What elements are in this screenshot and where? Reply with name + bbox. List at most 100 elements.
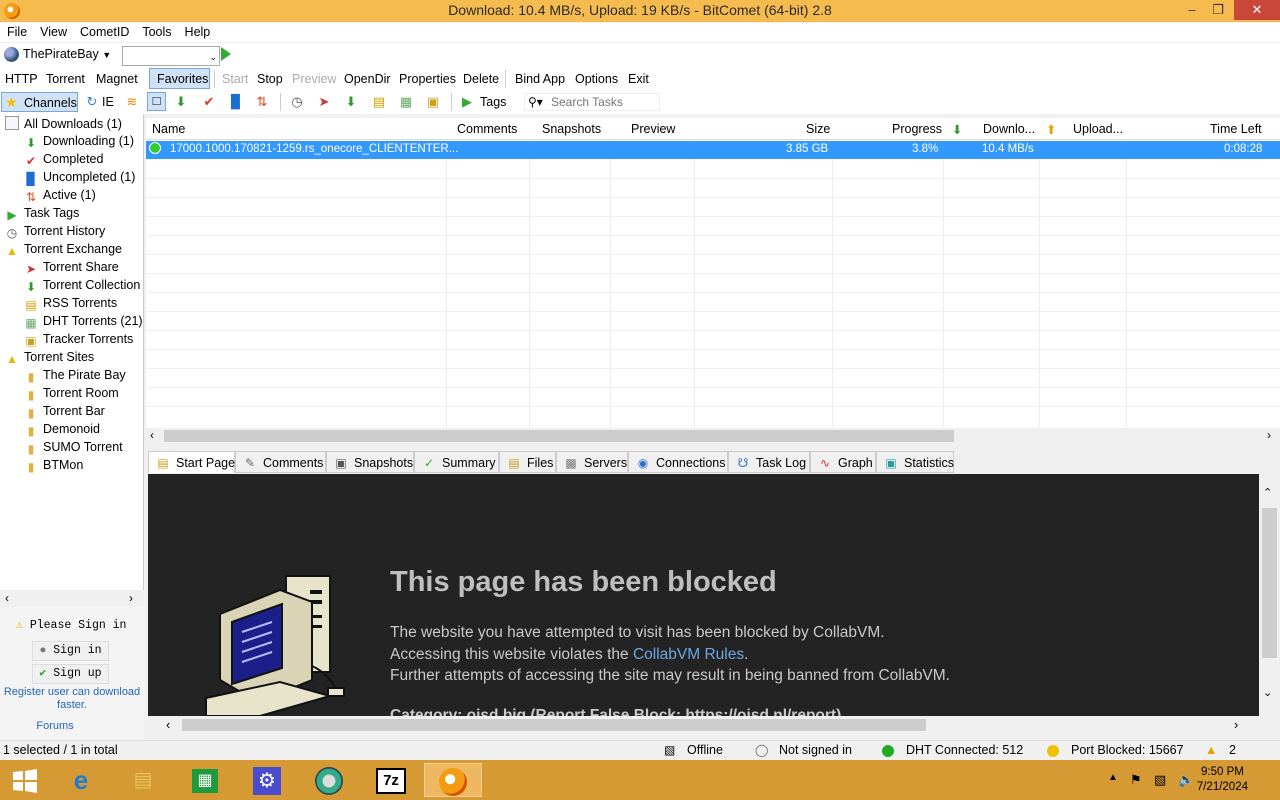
menu-cometid[interactable]: CometID	[73, 23, 135, 39]
favorites-button[interactable]: Favorites	[157, 72, 208, 86]
list-view-icon[interactable]: □	[147, 92, 166, 111]
sidebar-item-torrent-sites[interactable]: ▲ Torrent Sites	[5, 350, 94, 368]
go-icon[interactable]	[221, 47, 231, 61]
offline-status[interactable]: Offline	[687, 743, 723, 757]
site-dropdown[interactable]: ThePirateBay ▼	[23, 47, 111, 61]
store-icon[interactable]: ▦	[180, 763, 230, 797]
search-input[interactable]	[551, 95, 656, 109]
scroll-right-icon[interactable]: ›	[1267, 428, 1271, 442]
sidebar-item-completed[interactable]: ✔ Completed	[24, 152, 103, 170]
checkmark-icon[interactable]: ✔	[201, 94, 217, 110]
col-download[interactable]: Downlo...	[983, 122, 1035, 136]
sidebar-item-downloading[interactable]: ⬇ Downloading (1)	[24, 134, 134, 152]
scroll-down-icon[interactable]: ⌄	[1263, 686, 1272, 699]
table-row[interactable]: 17000.1000.170821-1259.rs_onecore_CLIENT…	[146, 141, 1280, 159]
menu-tools[interactable]: Tools	[135, 23, 177, 39]
sidebar-item-dht-torrents[interactable]: ▦ DHT Torrents (21)	[24, 314, 142, 332]
col-name[interactable]: Name	[152, 122, 185, 136]
flag-icon[interactable]: ⚑	[1130, 772, 1142, 788]
tab-files[interactable]: ▤ Files	[499, 451, 556, 473]
port-status[interactable]: Port Blocked: 15667	[1071, 743, 1184, 757]
close-button[interactable]: ✕	[1234, 0, 1280, 20]
sidebar-item-rss-torrents[interactable]: ▤ RSS Torrents	[24, 296, 117, 314]
start-button[interactable]: Start	[222, 72, 248, 86]
tray-expand-icon[interactable]: ▲	[1108, 772, 1118, 783]
tab-snapshots[interactable]: ▣ Snapshots	[326, 451, 414, 473]
tab-statistics[interactable]: ▣ Statistics	[876, 451, 954, 473]
browser-hscrollbar[interactable]: ‹ ›	[148, 716, 1259, 734]
tab-start-page[interactable]: ▤ Start Page	[148, 451, 235, 473]
menu-view[interactable]: View	[33, 23, 73, 39]
sidebar-item-uncompleted[interactable]: ▉ Uncompleted (1)	[24, 170, 135, 188]
sidebar-item-torrent-exchange[interactable]: ▲ Torrent Exchange	[5, 242, 122, 260]
scroll-right-icon[interactable]: ›	[1234, 717, 1238, 732]
download-arrow-icon[interactable]: ⬇	[173, 94, 189, 110]
scroll-left-icon[interactable]: ‹	[150, 428, 154, 442]
menu-help[interactable]: Help	[178, 23, 217, 39]
scroll-up-icon[interactable]: ⌃	[1263, 486, 1272, 499]
sidebar-item-torrent-history[interactable]: ◷ Torrent History	[5, 224, 106, 242]
bitcomet-taskbar-icon[interactable]	[424, 763, 482, 797]
sidebar-item-torrent-collection[interactable]: ⬇ Torrent Collection	[24, 278, 140, 296]
minimize-button[interactable]: –	[1178, 0, 1206, 20]
settings-icon[interactable]: ⚙	[242, 763, 292, 797]
scroll-thumb[interactable]	[182, 719, 926, 731]
ie-button[interactable]: IE	[102, 95, 114, 109]
properties-button[interactable]: Properties	[399, 72, 456, 86]
task-list-scrollbar[interactable]: ‹ ›	[146, 428, 1280, 444]
forums-link[interactable]: Forums	[0, 720, 110, 732]
tab-comments[interactable]: ✎ Comments	[235, 451, 326, 473]
menu-file[interactable]: File	[0, 23, 33, 39]
tab-graph[interactable]: ∿ Graph	[810, 451, 876, 473]
rss-torrents-icon[interactable]: ▤	[371, 94, 387, 110]
sidebar-item-all-downloads[interactable]: All Downloads (1)	[5, 116, 122, 134]
col-progress[interactable]: Progress	[892, 122, 942, 136]
ie-icon[interactable]: e	[56, 763, 106, 797]
history-icon[interactable]: ◷	[289, 94, 305, 110]
start-button[interactable]	[0, 763, 50, 797]
preview-button[interactable]: Preview	[292, 72, 336, 86]
sidebar-item-pirate-bay[interactable]: ▮ The Pirate Bay	[24, 368, 126, 386]
bind-app-button[interactable]: Bind App	[515, 72, 565, 86]
tab-summary[interactable]: ✓ Summary	[414, 451, 499, 473]
options-button[interactable]: Options	[575, 72, 618, 86]
magnet-button[interactable]: Magnet	[96, 72, 138, 86]
signin-status[interactable]: Not signed in	[779, 743, 852, 757]
uncompleted-icon[interactable]: ▉	[228, 94, 244, 110]
col-time-left[interactable]: Time Left	[1210, 122, 1262, 136]
sidebar-item-torrent-share[interactable]: ➤ Torrent Share	[24, 260, 119, 278]
sidebar-item-demonoid[interactable]: ▮ Demonoid	[24, 422, 100, 440]
media-icon[interactable]	[304, 763, 354, 797]
search-box[interactable]: ⚲▾	[524, 93, 660, 111]
scroll-right-icon[interactable]: ›	[129, 591, 133, 605]
sidebar-scrollbar[interactable]: ‹ ›	[0, 590, 144, 607]
sidebar-item-active[interactable]: ⇅ Active (1)	[24, 188, 96, 206]
sidebar-item-task-tags[interactable]: ▶ Task Tags	[5, 206, 79, 224]
tab-connections[interactable]: ◉ Connections	[628, 451, 728, 473]
network-icon[interactable]: ▧	[1154, 772, 1166, 788]
http-button[interactable]: HTTP	[5, 72, 38, 86]
col-size[interactable]: Size	[806, 122, 830, 136]
sidebar-item-tracker-torrents[interactable]: ▣ Tracker Torrents	[24, 332, 133, 350]
torrent-share-icon[interactable]: ➤	[316, 94, 332, 110]
torrent-button[interactable]: Torrent	[46, 72, 85, 86]
sidebar-item-torrent-room[interactable]: ▮ Torrent Room	[24, 386, 119, 404]
sidebar-item-btmon[interactable]: ▮ BTMon	[24, 458, 84, 476]
scroll-thumb[interactable]	[164, 430, 954, 442]
tags-button[interactable]: Tags	[480, 95, 506, 109]
ie-icon[interactable]: ↻	[84, 94, 100, 110]
collabvm-rules-link[interactable]: CollabVM Rules	[633, 646, 744, 663]
col-preview[interactable]: Preview	[631, 122, 675, 136]
sidebar-item-torrent-bar[interactable]: ▮ Torrent Bar	[24, 404, 105, 422]
opendir-button[interactable]: OpenDir	[344, 72, 391, 86]
col-upload[interactable]: Upload...	[1073, 122, 1123, 136]
sign-up-button[interactable]: ✔ Sign up	[32, 664, 109, 684]
volume-icon[interactable]: 🔈	[1178, 772, 1194, 788]
dht-icon[interactable]: ▦	[398, 94, 414, 110]
col-comments[interactable]: Comments	[457, 122, 517, 136]
stop-button[interactable]: Stop	[257, 72, 283, 86]
bell-icon[interactable]: ▲	[1205, 743, 1217, 757]
col-snapshots[interactable]: Snapshots	[542, 122, 601, 136]
register-link[interactable]: Register user can download faster.	[0, 686, 144, 712]
url-combo[interactable]: ⌄	[122, 46, 220, 66]
